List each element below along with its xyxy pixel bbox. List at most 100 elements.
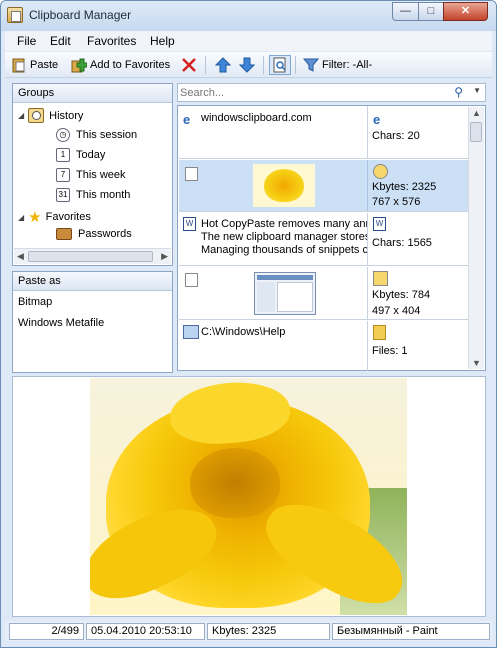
arrow-down-icon — [238, 57, 256, 73]
calendar-icon: 31 — [56, 188, 70, 202]
groups-panel: Groups ◢ History ◷ This session 1 Today … — [12, 83, 173, 266]
collapse-arrow-icon[interactable]: ◢ — [18, 111, 24, 120]
toolbar-separator — [263, 56, 264, 74]
clip-text-line: The new clipboard manager stores — [201, 231, 368, 243]
scroll-down-icon[interactable]: ▼ — [472, 358, 481, 368]
scroll-left-icon[interactable]: ◀ — [17, 251, 24, 262]
clipboard-icon — [7, 7, 23, 23]
delete-button[interactable] — [181, 55, 200, 75]
tree-this-session[interactable]: ◷ This session — [56, 128, 137, 142]
search-input[interactable] — [180, 85, 440, 100]
menu-help[interactable]: Help — [150, 34, 175, 48]
window-title: Clipboard Manager — [29, 8, 132, 22]
clip-text: C:\Windows\Help — [201, 326, 286, 338]
clip-info: Kbytes: 784 — [372, 289, 431, 301]
add-favorites-button[interactable]: Add to Favorites — [71, 55, 170, 75]
status-size: Kbytes: 2325 — [207, 623, 330, 640]
list-vertical-scrollbar[interactable]: ▲ ▼ — [468, 107, 484, 369]
briefcase-icon — [56, 228, 72, 240]
folder-icon — [373, 325, 386, 340]
flower-thumbnail — [253, 164, 315, 207]
history-icon — [28, 108, 45, 123]
flower-preview-image — [90, 378, 407, 615]
minimize-button[interactable]: — — [392, 2, 419, 21]
clip-info: Chars: 1565 — [372, 237, 432, 249]
menu-edit[interactable]: Edit — [50, 34, 71, 48]
tree-passwords[interactable]: Passwords — [56, 228, 132, 240]
list-item[interactable]: C:\Windows\Help Files: 1 — [179, 321, 469, 371]
list-item[interactable]: Kbytes: 784 497 x 404 — [179, 267, 469, 320]
ie-icon: e — [373, 112, 381, 127]
preview-icon — [272, 57, 288, 73]
clip-info: Kbytes: 2325 — [372, 181, 437, 193]
tree-this-session-label: This session — [76, 129, 138, 141]
list-item[interactable]: W Hot CopyPaste removes many anr The new… — [179, 213, 469, 266]
preview-toggle-button[interactable] — [269, 55, 291, 75]
clip-text-line: Hot CopyPaste removes many anr — [201, 218, 368, 230]
maximize-button[interactable]: □ — [418, 2, 444, 21]
paste-as-header: Paste as — [13, 272, 172, 291]
preview-pane — [12, 376, 486, 617]
tree-this-week[interactable]: 7 This week — [56, 168, 126, 182]
tree-this-week-label: This week — [76, 169, 126, 181]
add-icon — [71, 57, 88, 73]
collapse-arrow-icon[interactable]: ◢ — [18, 213, 24, 222]
toolbar: Paste Add to Favorites Filter: -All- — [5, 52, 492, 78]
clip-text-line: Managing thousands of snippets c — [201, 244, 368, 256]
filter-icon — [302, 57, 320, 73]
search-icon[interactable]: ⚲ — [454, 85, 463, 99]
clip-list: e windowsclipboard.com e Chars: 20 Kbyte… — [177, 105, 486, 371]
tree-this-month[interactable]: 31 This month — [56, 188, 130, 202]
scroll-up-icon[interactable]: ▲ — [472, 108, 481, 118]
arrow-up-icon — [214, 57, 232, 73]
paste-as-metafile[interactable]: Windows Metafile — [18, 317, 104, 329]
scroll-thumb[interactable] — [28, 251, 153, 262]
status-position: 2/499 — [9, 623, 84, 640]
paste-button[interactable]: Paste — [11, 55, 58, 75]
word-doc-icon: W — [373, 217, 386, 231]
search-box[interactable]: ⚲ ▼ — [177, 83, 486, 102]
status-bar: 2/499 05.04.2010 20:53:10 Kbytes: 2325 Б… — [5, 621, 492, 641]
image-file-icon — [185, 167, 198, 181]
tree-history-label: History — [49, 109, 84, 122]
explorer-icon — [183, 325, 199, 339]
scroll-right-icon[interactable]: ▶ — [161, 251, 168, 262]
filter-button[interactable]: Filter: -All- — [302, 55, 373, 75]
title-bar[interactable]: Clipboard Manager — □ ✕ — [1, 1, 496, 31]
list-item[interactable]: e windowsclipboard.com e Chars: 20 — [179, 106, 469, 159]
tree-favorites-label: Favorites — [45, 211, 91, 223]
filter-label: Filter: -All- — [322, 59, 373, 71]
groups-horizontal-scrollbar[interactable]: ◀ ▶ — [14, 248, 171, 264]
screenshot-thumbnail — [254, 272, 316, 315]
ie-icon: e — [183, 112, 191, 127]
paste-label: Paste — [30, 59, 59, 71]
toolbar-separator — [205, 56, 206, 74]
menu-favorites[interactable]: Favorites — [87, 34, 136, 48]
paste-as-panel: Paste as Bitmap Windows Metafile — [12, 271, 173, 373]
clip-dimensions: 767 x 576 — [372, 196, 421, 208]
tree-history[interactable]: ◢ History — [18, 108, 83, 123]
paste-as-bitmap[interactable]: Bitmap — [18, 296, 52, 308]
paint-icon — [373, 271, 388, 286]
tree-passwords-label: Passwords — [78, 228, 132, 240]
tree-favorites[interactable]: ◢ ★ Favorites — [18, 208, 91, 226]
calendar-icon: 7 — [56, 168, 70, 182]
close-button[interactable]: ✕ — [443, 2, 488, 21]
clip-text: windowsclipboard.com — [201, 112, 312, 124]
tree-this-month-label: This month — [76, 189, 131, 201]
tree-today[interactable]: 1 Today — [56, 148, 105, 162]
groups-header: Groups — [13, 84, 172, 103]
move-up-button[interactable] — [214, 55, 234, 75]
scroll-thumb[interactable] — [470, 122, 482, 142]
image-file-icon — [185, 273, 198, 287]
word-doc-icon: W — [183, 217, 196, 231]
delete-icon — [181, 57, 197, 73]
clip-info: Chars: 20 — [372, 130, 420, 142]
list-item-selected[interactable]: Kbytes: 2325 767 x 576 — [179, 160, 469, 212]
menu-file[interactable]: File — [17, 34, 36, 48]
app-window: Clipboard Manager — □ ✕ File Edit Favori… — [0, 0, 497, 648]
chevron-down-icon[interactable]: ▼ — [473, 86, 481, 95]
toolbar-separator — [295, 56, 296, 74]
move-down-button[interactable] — [238, 55, 258, 75]
clock-icon: ◷ — [56, 128, 70, 142]
